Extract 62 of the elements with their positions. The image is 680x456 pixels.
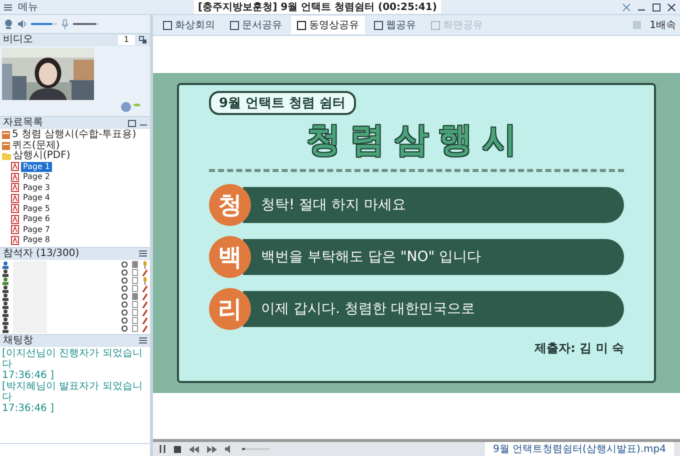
document-icon[interactable] xyxy=(132,285,138,292)
rewind-icon[interactable] xyxy=(189,446,199,452)
folder-icon xyxy=(2,152,11,160)
maximize-icon[interactable] xyxy=(652,2,661,12)
presenter-icon xyxy=(2,276,9,284)
panel-title: 채팅창 xyxy=(3,334,33,346)
webcam-icon[interactable] xyxy=(4,18,13,30)
menu-button[interactable]: 메뉴 xyxy=(18,0,38,14)
share-tab[interactable]: 웹공유 xyxy=(368,16,422,34)
document-icon[interactable] xyxy=(132,269,138,276)
page-item[interactable]: Page 7 xyxy=(21,224,52,235)
panel-title: 비디오 xyxy=(3,34,33,46)
forward-icon[interactable] xyxy=(207,446,217,452)
microphone-icon[interactable] xyxy=(142,276,148,284)
stop-icon[interactable] xyxy=(174,446,181,452)
page-item[interactable]: Page 2 xyxy=(21,172,52,182)
document-icon[interactable] xyxy=(132,317,138,324)
menu-icon[interactable] xyxy=(139,250,147,257)
page-item[interactable]: Page 1 xyxy=(21,162,52,172)
chat-input[interactable] xyxy=(0,443,150,456)
slide-subtitle: 9월 언택트 청렴 쉼터 xyxy=(209,90,356,114)
document-icon[interactable] xyxy=(132,277,138,284)
page-item[interactable]: Page 8 xyxy=(21,235,52,246)
file-item[interactable]: 퀴즈(문제) xyxy=(2,140,148,151)
host-icon xyxy=(2,260,9,268)
chat-message: [박지혜님이 발표자가 되었습니다 xyxy=(2,380,144,402)
author-text: 제출자: 김 미 숙 xyxy=(534,340,624,356)
page-item[interactable]: Page 4 xyxy=(21,193,52,204)
window-title: [충주지방보훈청] 9월 언택트 청렴쉼터 (00:25:41) xyxy=(194,0,441,14)
share-tab[interactable]: 문서공유 xyxy=(224,16,288,34)
slide-title: 청렴삼행시 xyxy=(306,118,526,162)
document-icon[interactable] xyxy=(132,309,138,316)
user-icon xyxy=(2,268,9,276)
share-tab[interactable]: 화상회의 xyxy=(157,16,221,34)
page-item[interactable]: Page 5 xyxy=(21,204,52,214)
layout-icon[interactable] xyxy=(139,36,147,44)
page-item[interactable]: Page 6 xyxy=(21,214,52,224)
speaker-icon[interactable] xyxy=(17,19,27,29)
file-item[interactable]: 5 청렴 삼행시(수합-투표용) xyxy=(2,130,148,140)
count-field[interactable]: 1 xyxy=(118,35,135,45)
page-item[interactable]: Page 3 xyxy=(21,182,52,193)
initial-badge: 청 xyxy=(209,184,251,226)
microphone-icon[interactable] xyxy=(142,260,148,268)
menu-icon[interactable] xyxy=(139,337,147,344)
panel-title: 참석자 (13/300) xyxy=(3,248,80,260)
file-name: 9월 언택트청렴쉼터(삼행시발표).mp4 xyxy=(485,442,674,456)
pause-icon[interactable] xyxy=(159,445,166,453)
folder-icon[interactable] xyxy=(128,120,136,126)
chat-message: [이지선님이 진행자가 되었습니다 xyxy=(2,348,144,370)
document-icon[interactable] xyxy=(132,325,138,332)
initial-badge: 백 xyxy=(209,236,251,278)
close-icon[interactable] xyxy=(667,2,676,12)
file-item[interactable]: 삼행시(PDF) xyxy=(2,151,148,162)
chat-message: 17:36:46 ] xyxy=(2,402,55,414)
panel-title: 자료목록 xyxy=(3,117,43,129)
logo-icon xyxy=(120,101,142,113)
initial-badge: 리 xyxy=(209,288,251,330)
menu-icon[interactable] xyxy=(4,4,12,10)
chat-message: 17:36:46 ] xyxy=(2,370,55,380)
share-tab[interactable]: 동영상공유 xyxy=(291,16,365,34)
document-icon[interactable] xyxy=(132,301,138,308)
speed-label[interactable]: 1배속 xyxy=(650,18,676,32)
